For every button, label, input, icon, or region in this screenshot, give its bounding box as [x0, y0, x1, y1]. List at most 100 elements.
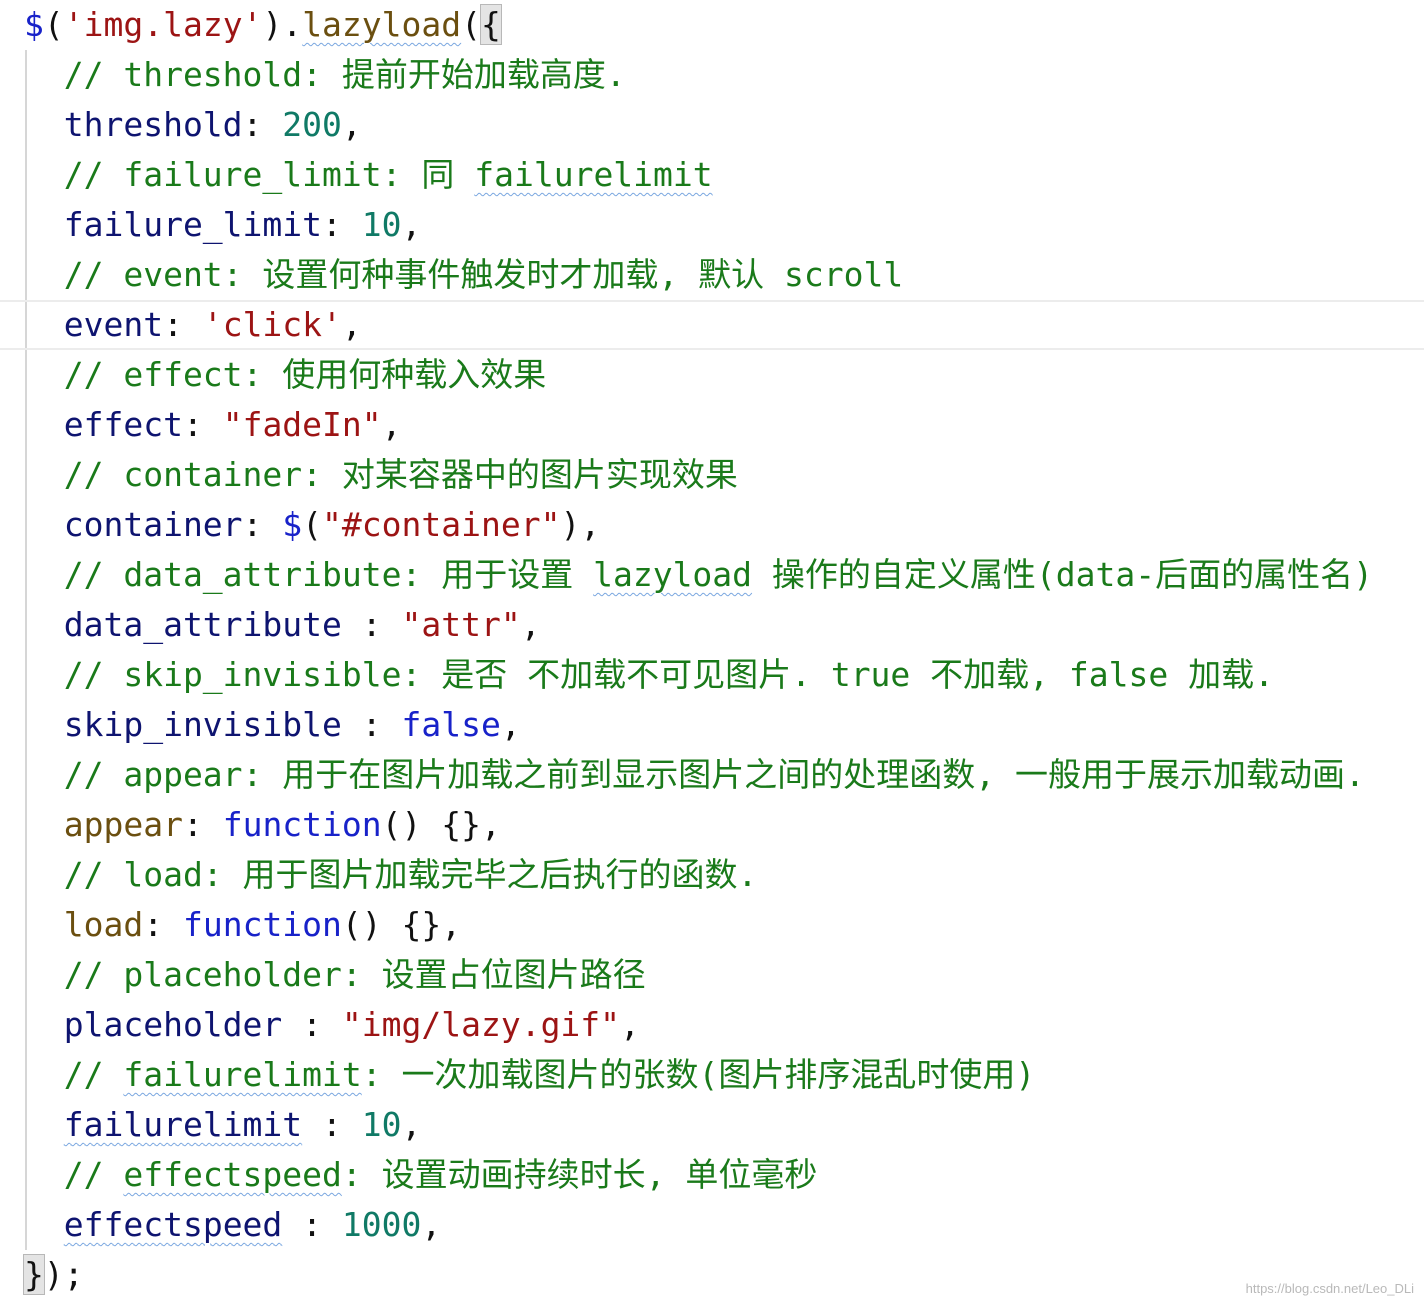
code-line[interactable]: effectspeed : 1000, — [0, 1200, 1424, 1250]
punctuation-token: : — [242, 105, 283, 144]
string-token: "#container" — [322, 505, 561, 544]
comment-token: // container: 对某容器中的图片实现效果 — [24, 455, 738, 494]
punctuation-token: , — [381, 405, 402, 444]
comment-token: // appear: 用于在图片加载之前到显示图片之间的处理函数, 一般用于展示… — [24, 755, 1365, 794]
code-line[interactable]: // appear: 用于在图片加载之前到显示图片之间的处理函数, 一般用于展示… — [0, 750, 1424, 800]
punctuation-token: , — [341, 105, 362, 144]
keyword-token: $ — [24, 5, 44, 44]
string-token: 'img.lazy' — [63, 5, 263, 44]
property-token: container — [24, 505, 243, 544]
comment-token: // data_attribute: 用于设置 — [24, 555, 594, 594]
code-line[interactable]: threshold: 200, — [0, 100, 1424, 150]
keyword-token: false — [401, 705, 501, 744]
comment-token: 操作的自定义属性(data-后面的属性名) — [752, 555, 1373, 594]
keyword-token: function — [222, 805, 382, 844]
punctuation-token: , — [620, 1005, 640, 1044]
punctuation-token: ( — [302, 505, 323, 544]
property-token: effect — [24, 405, 183, 444]
property-token — [24, 1205, 64, 1244]
code-line[interactable]: // threshold: 提前开始加载高度. — [0, 50, 1424, 100]
punctuation-token: : — [302, 1105, 362, 1144]
property-token: failurelimit — [63, 1105, 303, 1144]
code-line[interactable]: // load: 用于图片加载完毕之后执行的函数. — [0, 850, 1424, 900]
code-line[interactable]: // effect: 使用何种载入效果 — [0, 350, 1424, 400]
string-token: "attr" — [401, 605, 521, 644]
punctuation-token: , — [401, 205, 422, 244]
comment-token: // skip_invisible: 是否 不加载不可见图片. true 不加载… — [24, 655, 1274, 694]
punctuation-token: : — [341, 705, 402, 744]
punctuation-token: : — [282, 1205, 342, 1244]
code-editor[interactable]: $('img.lazy').lazyload({ // threshold: 提… — [0, 0, 1424, 1304]
comment-token: // — [24, 1155, 124, 1194]
number-token: 1000 — [341, 1205, 422, 1244]
punctuation-token: () {}, — [341, 905, 462, 944]
function-token: load — [24, 905, 144, 944]
code-line[interactable]: // data_attribute: 用于设置 lazyload 操作的自定义属… — [0, 550, 1424, 600]
watermark: https://blog.csdn.net/Leo_DLi — [1245, 1281, 1414, 1296]
string-token: 'click' — [202, 305, 342, 344]
code-line[interactable]: // effectspeed: 设置动画持续时长, 单位毫秒 — [0, 1150, 1424, 1200]
punctuation-token: : — [182, 805, 223, 844]
punctuation-token: ( — [461, 5, 482, 44]
code-line[interactable]: // container: 对某容器中的图片实现效果 — [0, 450, 1424, 500]
comment-token: // — [24, 1055, 124, 1094]
code-line[interactable]: // placeholder: 设置占位图片路径 — [0, 950, 1424, 1000]
code-line[interactable]: // failure_limit: 同 failurelimit — [0, 150, 1424, 200]
punctuation-token: , — [401, 1105, 422, 1144]
comment-token: // placeholder: 设置占位图片路径 — [24, 955, 646, 994]
comment-token: // effect: 使用何种载入效果 — [24, 355, 547, 394]
code-line[interactable]: }); — [0, 1250, 1424, 1300]
punctuation-token: ). — [262, 5, 303, 44]
comment-token: failurelimit — [123, 1055, 362, 1094]
comment-token: // load: 用于图片加载完毕之后执行的函数. — [24, 855, 758, 894]
punctuation-token: } — [23, 1254, 45, 1295]
number-token: 200 — [282, 105, 342, 144]
number-token: 10 — [361, 1105, 402, 1144]
punctuation-token: , — [341, 305, 362, 344]
code-line[interactable]: // failurelimit: 一次加载图片的张数(图片排序混乱时使用) — [0, 1050, 1424, 1100]
code-line[interactable]: skip_invisible : false, — [0, 700, 1424, 750]
code-line[interactable]: load: function() {}, — [0, 900, 1424, 950]
code-line[interactable]: effect: "fadeIn", — [0, 400, 1424, 450]
punctuation-token: , — [520, 605, 541, 644]
punctuation-token: , — [421, 1205, 442, 1244]
punctuation-token: : — [242, 505, 283, 544]
code-line[interactable]: // event: 设置何种事件触发时才加载, 默认 scroll — [0, 250, 1424, 300]
code-line[interactable]: event: 'click', — [0, 300, 1424, 350]
property-token: event — [24, 305, 164, 344]
keyword-token: $ — [282, 505, 303, 544]
code-line[interactable]: // skip_invisible: 是否 不加载不可见图片. true 不加载… — [0, 650, 1424, 700]
code-line[interactable]: $('img.lazy').lazyload({ — [0, 0, 1424, 50]
property-token: placeholder — [24, 1005, 283, 1044]
property-token — [24, 1105, 64, 1144]
comment-token: : 一次加载图片的张数(图片排序混乱时使用) — [361, 1055, 1036, 1094]
punctuation-token: () {}, — [381, 805, 501, 844]
code-line[interactable]: failurelimit : 10, — [0, 1100, 1424, 1150]
punctuation-token: { — [480, 4, 502, 45]
punctuation-token: ( — [43, 5, 64, 44]
comment-token: // event: 设置何种事件触发时才加载, 默认 scroll — [24, 255, 904, 294]
punctuation-token: : — [163, 305, 203, 344]
comment-token: effectspeed — [123, 1155, 342, 1194]
comment-token: // threshold: 提前开始加载高度. — [24, 55, 626, 94]
punctuation-token: , — [500, 705, 521, 744]
property-token: data_attribute — [24, 605, 342, 644]
function-token: lazyload — [302, 5, 462, 44]
code-line[interactable]: data_attribute : "attr", — [0, 600, 1424, 650]
code-line[interactable]: failure_limit: 10, — [0, 200, 1424, 250]
punctuation-token: : — [182, 405, 223, 444]
number-token: 10 — [361, 205, 402, 244]
punctuation-token: : — [282, 1005, 342, 1044]
punctuation-token: : — [341, 605, 402, 644]
punctuation-token: ), — [560, 505, 601, 544]
property-token: effectspeed — [63, 1205, 283, 1244]
function-token: appear — [24, 805, 183, 844]
code-line[interactable]: placeholder : "img/lazy.gif", — [0, 1000, 1424, 1050]
property-token: skip_invisible — [24, 705, 342, 744]
punctuation-token: : — [322, 205, 362, 244]
code-line[interactable]: appear: function() {}, — [0, 800, 1424, 850]
punctuation-token: ); — [43, 1255, 84, 1294]
property-token: threshold — [24, 105, 243, 144]
code-line[interactable]: container: $("#container"), — [0, 500, 1424, 550]
property-token: failure_limit — [24, 205, 323, 244]
